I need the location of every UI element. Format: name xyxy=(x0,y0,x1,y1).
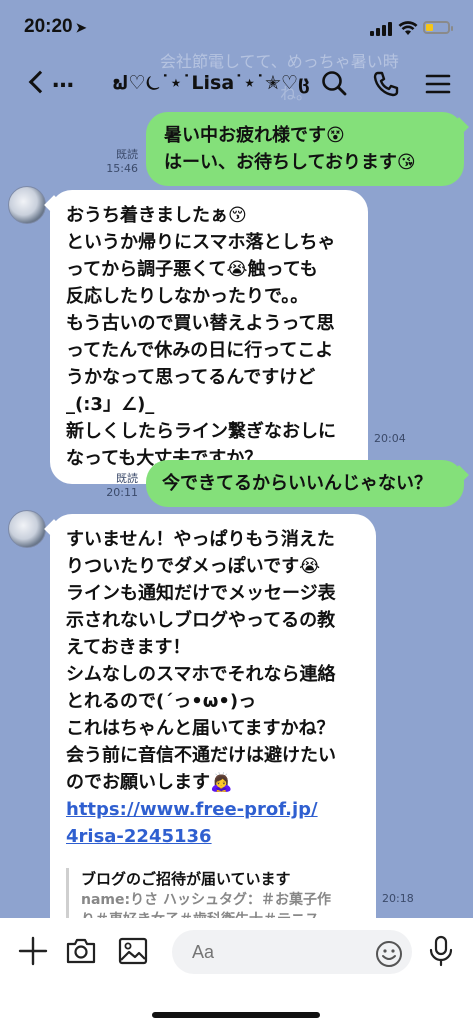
message-line: えておきます！ xyxy=(66,637,191,658)
incoming-message-bubble[interactable]: すいません！やっぱりもう消えた りついたりでダメっぽいです😭 ラインも通知だけで… xyxy=(50,514,376,940)
image-icon[interactable] xyxy=(116,934,150,968)
camera-icon[interactable] xyxy=(64,934,98,968)
chevron-left-icon xyxy=(28,70,52,94)
phone-icon[interactable] xyxy=(370,68,402,100)
status-time-text: 20:20 xyxy=(24,16,73,37)
message-time: 20:04 xyxy=(374,432,406,445)
message-input-bar xyxy=(0,918,473,1024)
blog-link[interactable]: https://www.free-prof.jp/ 4risa-2245136 xyxy=(66,796,360,850)
message-line: 今できてるからいいんじゃない？ xyxy=(162,473,432,494)
message-line: りついたりでダメっぽいです😭 xyxy=(66,556,321,577)
chat-title: ຟ♡⏾˙⋆˙Lisa˙⋆˙✭♡ც xyxy=(112,72,310,94)
avatar[interactable] xyxy=(8,510,46,548)
message-line: とれるので(´っ•ω•)っ xyxy=(66,691,257,712)
message-line: うかなって思ってるんですけど xyxy=(66,367,316,388)
message-line: ってから調子悪くて😭触っても xyxy=(66,259,318,280)
wifi-icon xyxy=(398,21,418,35)
back-ellipsis: … xyxy=(52,68,74,93)
link-preview-title: ブログのご招待が届いています xyxy=(81,870,291,888)
read-receipt: 既読 xyxy=(116,148,138,161)
message-line: おうち着きましたぁ😚 xyxy=(66,205,247,226)
incoming-message-bubble[interactable]: おうち着きましたぁ😚 というか帰りにスマホ落としちゃ ってから調子悪くて😭触って… xyxy=(50,190,368,484)
emoji-icon[interactable] xyxy=(374,939,404,969)
outgoing-message-bubble[interactable]: 今できてるからいいんじゃない？ xyxy=(146,460,464,507)
message-line: 反応したりしなかったりで。。 xyxy=(66,286,309,307)
menu-icon[interactable] xyxy=(422,68,454,100)
location-arrow-icon: ➤ xyxy=(75,20,87,35)
status-time: 20:20 ➤ xyxy=(24,16,87,38)
cellular-signal-icon xyxy=(370,22,392,36)
read-receipt: 既読 xyxy=(116,472,138,485)
microphone-icon[interactable] xyxy=(424,934,458,968)
message-time: 15:46 xyxy=(106,162,138,175)
avatar[interactable] xyxy=(8,186,46,224)
message-time: 20:18 xyxy=(382,892,414,905)
plus-icon[interactable] xyxy=(16,934,50,968)
message-line: シムなしのスマホでそれなら連絡 xyxy=(66,664,336,685)
message-line: 会う前に音信不通だけは避けたい xyxy=(66,745,336,766)
message-line: 示されないしブログやってるの教 xyxy=(66,610,336,631)
message-line: _(:3」∠)_ xyxy=(66,394,155,415)
message-line: 新しくしたらライン繋ぎなおしに xyxy=(66,421,336,442)
message-line: もう古いので買い替えようって思 xyxy=(66,313,335,334)
message-meta: 既読 15:46 xyxy=(100,148,138,176)
chat-header: … ຟ♡⏾˙⋆˙Lisa˙⋆˙✭♡ც xyxy=(0,58,473,112)
message-line: ラインも通知だけでメッセージ表 xyxy=(66,583,336,604)
home-indicator[interactable] xyxy=(152,1012,320,1018)
message-time: 20:11 xyxy=(106,486,138,499)
link-line: https://www.free-prof.jp/ xyxy=(66,799,318,820)
battery-level xyxy=(426,24,433,31)
link-line: 4risa-2245136 xyxy=(66,826,212,847)
search-icon[interactable] xyxy=(318,68,350,100)
message-line: はーい、お待ちしております😘 xyxy=(164,152,416,173)
message-line: すいません！やっぱりもう消えた xyxy=(66,529,335,550)
link-preview-body: name:りさ ハッシュタグ：＃お菓子作 xyxy=(81,892,331,908)
message-meta: 既読 20:11 xyxy=(100,472,138,500)
message-line: というか帰りにスマホ落としちゃ xyxy=(66,232,336,253)
outgoing-message-bubble[interactable]: 暑い中お疲れ様です😵 はーい、お待ちしております😘 xyxy=(146,112,464,186)
message-line: のでお願いします🙇‍♀️ xyxy=(66,772,233,793)
battery-icon xyxy=(423,21,453,34)
chat-message-list[interactable]: 既読 15:46 暑い中お疲れ様です😵 はーい、お待ちしております😘 おうち着き… xyxy=(0,112,473,940)
back-button[interactable]: … xyxy=(22,66,82,102)
message-line: 暑い中お疲れ様です😵 xyxy=(164,125,345,146)
message-line: ってたんで休みの日に行ってこよ xyxy=(66,340,334,361)
battery-cap xyxy=(451,26,453,31)
message-line: これはちゃんと届いてますかね？ xyxy=(66,718,335,739)
